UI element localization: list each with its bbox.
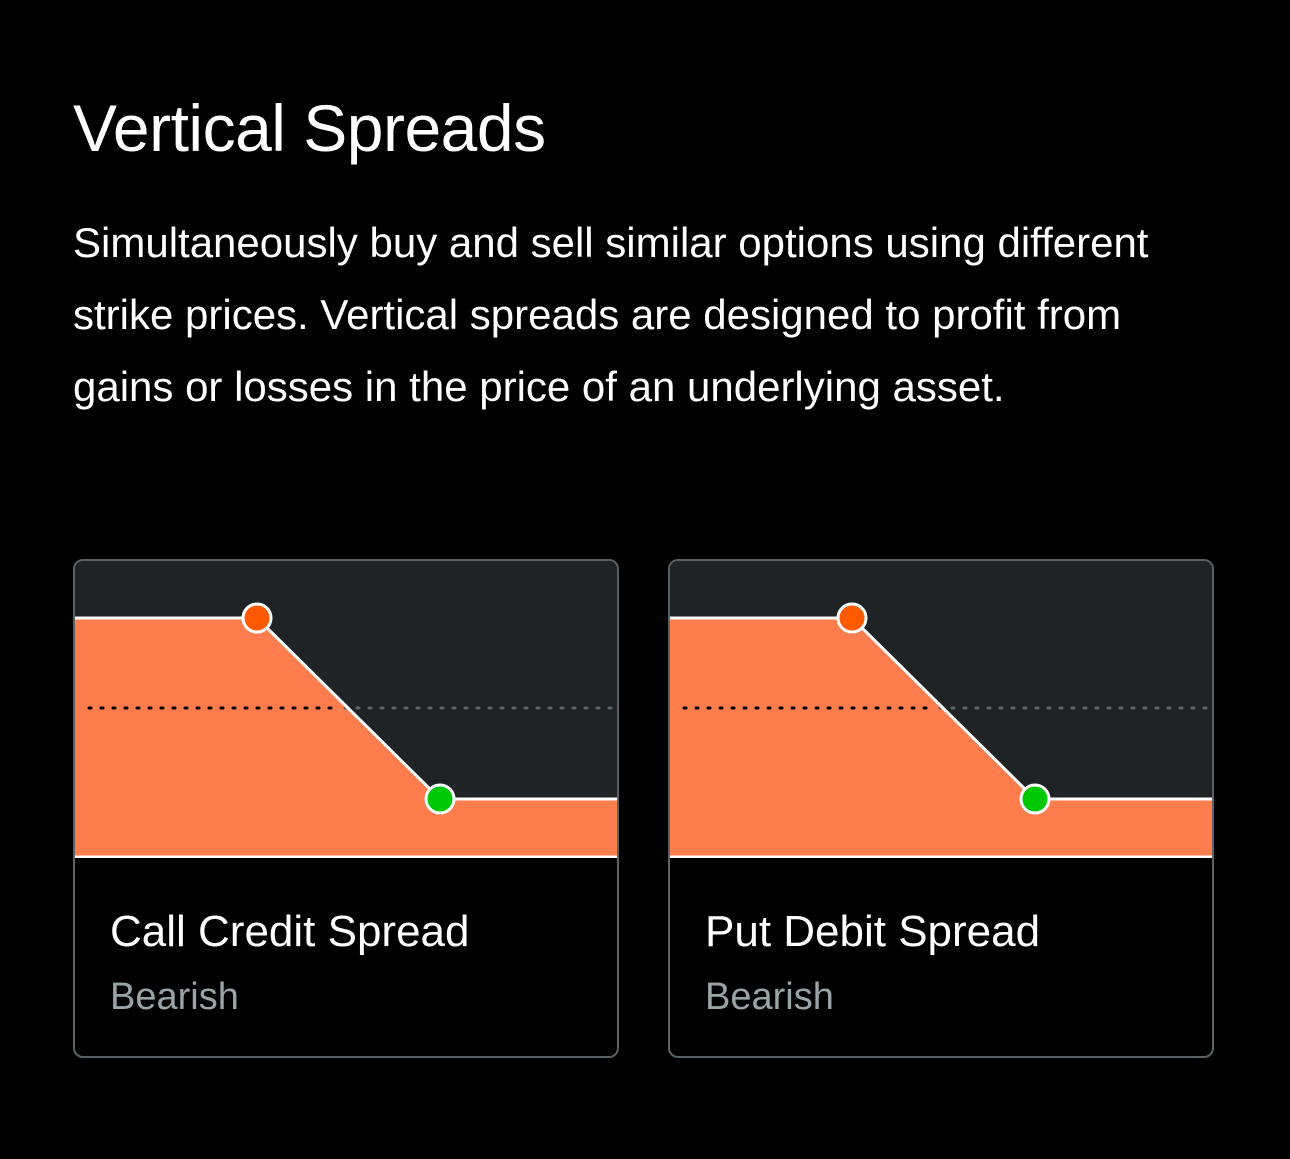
- strategy-name: Call Credit Spread: [110, 907, 470, 956]
- strategy-name: Put Debit Spread: [705, 907, 1041, 956]
- page-description: Simultaneously buy and sell similar opti…: [73, 219, 1149, 410]
- strategy-card-put-debit-spread[interactable]: Put Debit Spread Bearish: [668, 559, 1214, 1058]
- short-strike-dot-icon: [241, 602, 273, 634]
- page-title: Vertical Spreads: [73, 91, 546, 165]
- strategy-sentiment: Bearish: [705, 976, 834, 1018]
- long-strike-dot-icon: [1019, 783, 1051, 815]
- strategy-sentiment: Bearish: [110, 976, 239, 1018]
- payoff-chart: [75, 561, 617, 858]
- strategy-card-call-credit-spread[interactable]: Call Credit Spread Bearish: [73, 559, 619, 1058]
- payoff-chart: [670, 561, 1212, 858]
- long-strike-dot-icon: [424, 783, 456, 815]
- short-strike-dot-icon: [836, 602, 868, 634]
